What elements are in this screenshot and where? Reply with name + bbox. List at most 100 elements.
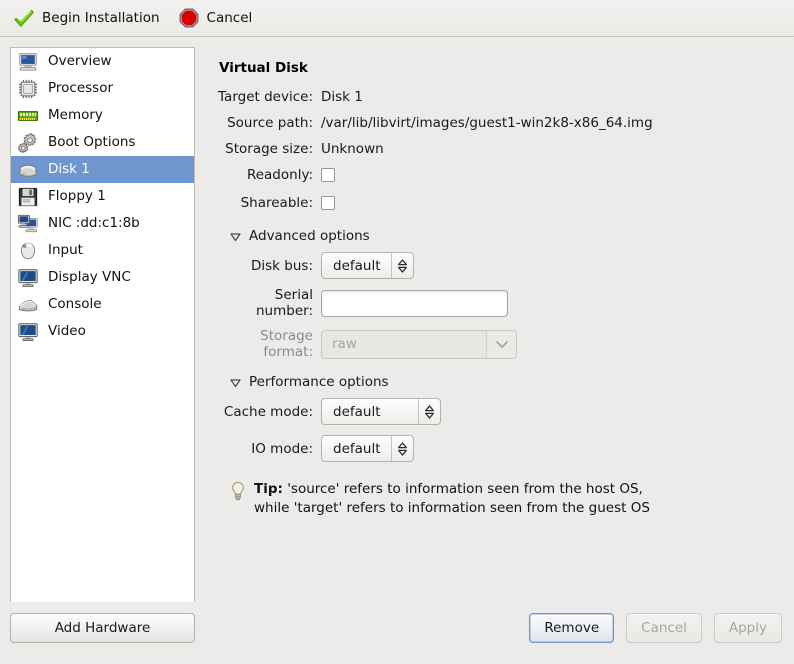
storage-format-combo[interactable]: raw xyxy=(321,329,517,359)
shareable-label: Shareable: xyxy=(240,195,313,211)
gears-icon xyxy=(18,132,37,153)
add-hardware-button[interactable]: Add Hardware xyxy=(10,613,195,643)
sidebar-item-disk-1[interactable]: Disk 1 xyxy=(11,156,194,183)
disk-bus-combo[interactable]: default xyxy=(321,252,414,279)
shareable-checkbox[interactable] xyxy=(321,196,335,210)
storage-format-label: Storage format: xyxy=(260,328,313,360)
field-io-mode: IO mode: default xyxy=(215,435,778,462)
field-storage-format: Storage format: raw xyxy=(215,328,778,360)
sidebar-item-boot-options[interactable]: Boot Options xyxy=(11,129,194,156)
display-icon xyxy=(18,268,38,287)
begin-installation-label: Begin Installation xyxy=(42,10,160,26)
sidebar-item-label: Overview xyxy=(48,52,112,69)
lightbulb-icon xyxy=(232,481,244,501)
memory-ram-icon xyxy=(17,110,39,121)
cache-mode-label: Cache mode: xyxy=(223,403,313,420)
io-mode-label: IO mode: xyxy=(251,440,313,457)
video-icon xyxy=(18,322,38,341)
sidebar-item-floppy-1[interactable]: Floppy 1 xyxy=(11,183,194,210)
tip-line-1: 'source' refers to information seen from… xyxy=(282,481,643,497)
hardware-list[interactable]: Overview Processor Memory Boot Options D… xyxy=(10,47,195,612)
storage-size-label: Storage size: xyxy=(225,141,313,157)
remove-button[interactable]: Remove xyxy=(529,613,615,643)
sidebar-item-console[interactable]: Console xyxy=(11,291,194,318)
field-readonly: Readonly: xyxy=(215,164,778,186)
target-device-value: Disk 1 xyxy=(321,89,363,105)
red-stop-icon xyxy=(179,8,198,28)
tip-block: Tip: 'source' refers to information seen… xyxy=(229,480,778,518)
disk-bus-value: default xyxy=(333,257,381,274)
cancel-button[interactable]: Cancel xyxy=(626,613,702,643)
performance-options-label: Performance options xyxy=(249,374,389,390)
cache-mode-combo[interactable]: default xyxy=(321,398,441,425)
sidebar-item-video[interactable]: Video xyxy=(11,318,194,345)
footer-bar: Add Hardware Remove Cancel Apply xyxy=(0,602,794,664)
advanced-options-expander[interactable]: Advanced options xyxy=(229,228,778,244)
tip-text: Tip: 'source' refers to information seen… xyxy=(254,480,650,518)
console-icon xyxy=(18,299,38,311)
io-mode-combo[interactable]: default xyxy=(321,435,414,462)
spinner-arrows-icon[interactable] xyxy=(418,399,440,424)
chevron-down-icon xyxy=(230,378,241,387)
field-target-device: Target device: Disk 1 xyxy=(215,86,778,108)
chevron-down-icon xyxy=(230,232,241,241)
field-source-path: Source path: /var/lib/libvirt/images/gue… xyxy=(215,112,778,134)
green-check-icon xyxy=(14,9,34,27)
source-path-value: /var/lib/libvirt/images/guest1-win2k8-x8… xyxy=(321,115,653,131)
sidebar-item-label: Processor xyxy=(48,79,114,96)
disk-bus-label: Disk bus: xyxy=(251,257,313,274)
disk-details-panel: Virtual Disk Target device: Disk 1 Sourc… xyxy=(205,38,794,602)
serial-number-input[interactable] xyxy=(321,289,508,317)
footer-action-buttons: Remove Cancel Apply xyxy=(529,613,782,643)
computer-icon xyxy=(19,52,37,71)
toolbar: Begin Installation Cancel xyxy=(0,0,794,37)
sidebar-item-label: Display VNC xyxy=(48,268,131,285)
spinner-arrows-icon[interactable] xyxy=(390,436,413,461)
content-area: Overview Processor Memory Boot Options D… xyxy=(0,38,794,612)
serial-number-label: Serial number: xyxy=(256,287,313,319)
tip-prefix: Tip: xyxy=(254,481,283,497)
performance-options-expander[interactable]: Performance options xyxy=(229,374,778,390)
field-disk-bus: Disk bus: default xyxy=(215,252,778,279)
sidebar-item-label: Console xyxy=(48,295,102,312)
readonly-label: Readonly: xyxy=(246,167,313,183)
cache-mode-value: default xyxy=(333,403,381,420)
source-path-label: Source path: xyxy=(227,115,313,131)
harddisk-icon xyxy=(19,164,37,177)
field-serial-number: Serial number: xyxy=(215,287,778,319)
sidebar-item-input[interactable]: Input xyxy=(11,237,194,264)
field-shareable: Shareable: xyxy=(215,192,778,214)
spinner-arrows-icon[interactable] xyxy=(390,253,413,278)
storage-size-value: Unknown xyxy=(321,141,384,157)
cancel-toolbar-button[interactable]: Cancel xyxy=(173,3,262,33)
sidebar-item-label: NIC :dd:c1:8b xyxy=(48,214,140,231)
sidebar-item-label: Floppy 1 xyxy=(48,187,106,204)
mouse-icon xyxy=(20,242,36,259)
begin-installation-button[interactable]: Begin Installation xyxy=(8,3,169,33)
sidebar-item-label: Boot Options xyxy=(48,133,136,150)
sidebar-item-display-vnc[interactable]: Display VNC xyxy=(11,264,194,291)
page-title: Virtual Disk xyxy=(219,60,308,76)
field-cache-mode: Cache mode: default xyxy=(215,398,778,425)
floppy-icon xyxy=(18,187,38,206)
target-device-label: Target device: xyxy=(218,89,313,105)
sidebar-item-overview[interactable]: Overview xyxy=(11,48,194,75)
readonly-checkbox[interactable] xyxy=(321,168,335,182)
sidebar-item-label: Memory xyxy=(48,106,103,123)
apply-button[interactable]: Apply xyxy=(713,613,782,643)
field-storage-size: Storage size: Unknown xyxy=(215,138,778,160)
tip-line-2: while 'target' refers to information see… xyxy=(254,500,650,516)
sidebar-item-label: Disk 1 xyxy=(48,160,90,177)
sidebar-item-memory[interactable]: Memory xyxy=(11,102,194,129)
sidebar-item-processor[interactable]: Processor xyxy=(11,75,194,102)
sidebar-item-label: Video xyxy=(48,322,86,339)
storage-format-value: raw xyxy=(332,336,357,352)
cancel-toolbar-label: Cancel xyxy=(206,10,253,26)
sidebar-item-nic[interactable]: NIC :dd:c1:8b xyxy=(11,210,194,237)
io-mode-value: default xyxy=(333,440,381,457)
cpu-chip-icon xyxy=(18,79,38,98)
advanced-options-label: Advanced options xyxy=(249,228,370,244)
chevron-down-icon[interactable] xyxy=(486,330,516,358)
network-icon xyxy=(17,214,38,232)
sidebar-item-label: Input xyxy=(48,241,83,258)
